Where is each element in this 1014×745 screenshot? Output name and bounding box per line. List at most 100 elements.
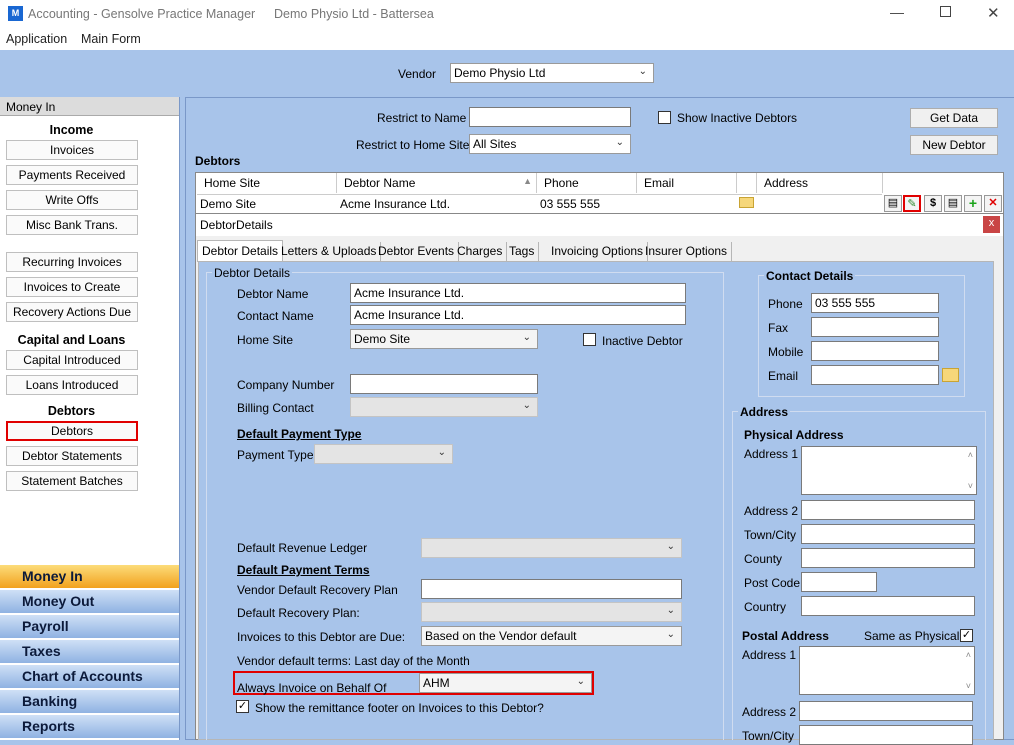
email-envelope-icon[interactable] (942, 368, 959, 382)
phone-input[interactable]: 03 555 555 (811, 293, 939, 313)
vendor-select[interactable]: Demo Physio Ltd ⌄ (450, 63, 654, 83)
sidebar-item-debtor-statements[interactable]: Debtor Statements (6, 446, 138, 466)
sidebar-item-misc-bank[interactable]: Misc Bank Trans. (6, 215, 138, 235)
practice-title: Demo Physio Ltd - Battersea (274, 7, 434, 21)
column-email[interactable]: Email (637, 173, 737, 193)
postal-town-label: Town/City (742, 729, 795, 743)
home-site-select[interactable]: Demo Site ⌄ (350, 329, 538, 349)
same-as-physical-checkbox[interactable]: ✓ (960, 629, 973, 642)
debtor-details-group-title: Debtor Details (212, 266, 293, 280)
address2-input[interactable] (801, 500, 975, 520)
tab-letters-uploads[interactable]: Letters & Uploads (277, 242, 382, 261)
billing-contact-label: Billing Contact (237, 401, 314, 415)
nav-banking[interactable]: Banking (0, 690, 179, 714)
sidebar-item-payments-received[interactable]: Payments Received (6, 165, 138, 185)
sidebar-item-recovery-actions[interactable]: Recovery Actions Due (6, 302, 138, 322)
restrict-site-label: Restrict to Home Site (356, 138, 470, 152)
scroll-down-icon[interactable]: ˅ (968, 481, 973, 491)
scroll-down-icon[interactable]: ˅ (966, 681, 971, 691)
get-data-button[interactable]: Get Data (910, 108, 998, 128)
contact-details-heading: Contact Details (764, 269, 856, 283)
recovery-plan-select[interactable]: ⌄ (421, 602, 682, 622)
new-debtor-button[interactable]: New Debtor (910, 135, 998, 155)
app-title: Accounting - Gensolve Practice Manager (28, 7, 256, 21)
chevron-down-icon: ⌄ (437, 447, 446, 458)
remittance-checkbox[interactable]: ✓ (236, 700, 249, 713)
sidebar-item-invoices[interactable]: Invoices (6, 140, 138, 160)
delete-icon[interactable]: ✕ (984, 195, 1002, 212)
menu-main-form[interactable]: Main Form (81, 32, 141, 46)
edit-pencil-icon[interactable]: ✎ (903, 195, 921, 212)
sidebar-item-recurring-invoices[interactable]: Recurring Invoices (6, 252, 138, 272)
income-heading: Income (49, 123, 94, 137)
add-icon[interactable]: + (964, 195, 982, 212)
billing-contact-select[interactable]: ⌄ (350, 397, 538, 417)
always-invoice-select[interactable]: AHM ⌄ (419, 673, 592, 693)
scroll-up-icon[interactable]: ˄ (968, 450, 973, 460)
column-address[interactable]: Address (757, 173, 883, 193)
mobile-input[interactable] (811, 341, 939, 361)
sidebar-item-write-offs[interactable]: Write Offs (6, 190, 138, 210)
tab-insurer-options[interactable]: Insurer Options (641, 242, 733, 261)
restrict-name-input[interactable] (469, 107, 631, 127)
postal-address2-input[interactable] (799, 701, 973, 721)
dialog-close-icon[interactable]: x (983, 216, 1000, 233)
maximize-icon[interactable] (940, 6, 951, 17)
close-icon[interactable]: ✕ (987, 4, 1000, 22)
company-number-label: Company Number (237, 378, 335, 392)
sidebar-item-statement-batches[interactable]: Statement Batches (6, 471, 138, 491)
tab-debtor-details[interactable]: Debtor Details (197, 240, 284, 262)
address1-textarea[interactable]: ˄ ˅ (801, 446, 977, 495)
nav-money-in[interactable]: Money In (0, 565, 179, 589)
nav-payroll[interactable]: Payroll (0, 615, 179, 639)
default-payment-terms-heading: Default Payment Terms (237, 563, 370, 577)
town-input[interactable] (801, 524, 975, 544)
vendor-recovery-plan-input[interactable] (421, 579, 682, 599)
menu-bar: Application Main Form (0, 28, 1014, 50)
nav-chart-of-accounts[interactable]: Chart of Accounts (0, 665, 179, 689)
address2-label: Address 2 (744, 504, 799, 518)
tab-invoicing-options[interactable]: Invoicing Options (547, 242, 649, 261)
postal-town-input[interactable] (799, 725, 973, 745)
nav-taxes[interactable]: Taxes (0, 640, 179, 664)
sidebar-item-debtors[interactable]: Debtors (6, 421, 138, 441)
menu-application[interactable]: Application (6, 32, 67, 46)
scroll-up-icon[interactable]: ˄ (966, 650, 971, 660)
envelope-icon[interactable] (739, 197, 754, 208)
tab-tags[interactable]: Tags (505, 242, 540, 261)
tab-debtor-events[interactable]: Debtor Events (374, 242, 460, 261)
minimize-icon[interactable]: — (890, 4, 904, 20)
due-select[interactable]: Based on the Vendor default ⌄ (421, 626, 682, 646)
column-debtor-name[interactable]: Debtor Name ▲ (337, 173, 537, 193)
email-input[interactable] (811, 365, 939, 385)
column-phone[interactable]: Phone (537, 173, 637, 193)
sidebar-item-invoices-to-create[interactable]: Invoices to Create (6, 277, 138, 297)
county-input[interactable] (801, 548, 975, 568)
town-label: Town/City (744, 528, 797, 542)
chevron-down-icon: ⌄ (666, 541, 675, 552)
same-as-physical-label: Same as Physical? (864, 629, 967, 643)
contact-name-input[interactable]: Acme Insurance Ltd. (350, 305, 686, 325)
payment-type-select[interactable]: ⌄ (314, 444, 453, 464)
restrict-site-select[interactable]: All Sites ⌄ (469, 134, 631, 154)
show-inactive-checkbox[interactable] (658, 111, 671, 124)
tab-charges[interactable]: Charges (453, 242, 508, 261)
print-icon[interactable]: ▤ (944, 195, 962, 212)
debtor-name-input[interactable]: Acme Insurance Ltd. (350, 283, 686, 303)
nav-reports[interactable]: Reports (0, 715, 179, 739)
postcode-input[interactable] (801, 572, 877, 592)
revenue-ledger-select[interactable]: ⌄ (421, 538, 682, 558)
dollar-icon[interactable]: $ (924, 195, 942, 212)
fax-input[interactable] (811, 317, 939, 337)
sidebar-item-capital-introduced[interactable]: Capital Introduced (6, 350, 138, 370)
postal-address1-textarea[interactable]: ˄ ˅ (799, 646, 975, 695)
country-input[interactable] (801, 596, 975, 616)
vendor-label: Vendor (398, 67, 437, 81)
sidebar-item-loans-introduced[interactable]: Loans Introduced (6, 375, 138, 395)
column-home-site[interactable]: Home Site (197, 173, 337, 193)
row-debtor-name: Acme Insurance Ltd. (340, 197, 451, 211)
inactive-debtor-checkbox[interactable] (583, 333, 596, 346)
nav-money-out[interactable]: Money Out (0, 590, 179, 614)
document-icon[interactable]: ▤ (884, 195, 902, 212)
company-number-input[interactable] (350, 374, 538, 394)
